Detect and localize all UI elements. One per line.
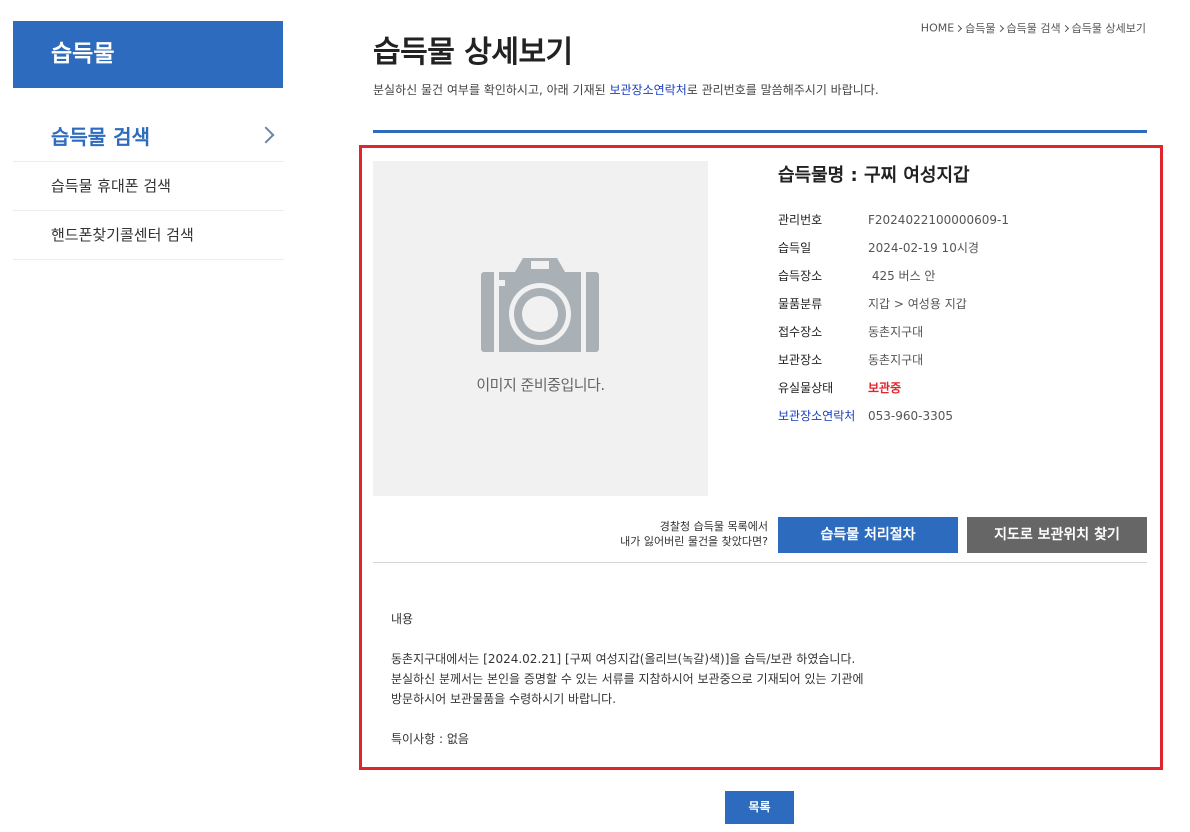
sidebar-item-label: 습득물 검색 bbox=[51, 125, 150, 149]
content-body: 내용 동촌지구대에서는 [2024.02.21] [구찌 여성지갑(올리브(녹갈… bbox=[391, 609, 864, 749]
content-line: 분실하신 분께서는 본인을 증명할 수 있는 서류를 지참하시어 보관중으로 기… bbox=[391, 672, 864, 686]
chevron-right-icon bbox=[955, 24, 963, 32]
title-divider bbox=[373, 130, 1147, 133]
info-row-received-place: 접수장소 동촌지구대 bbox=[778, 318, 1009, 346]
breadcrumb-found[interactable]: 습득물 bbox=[965, 22, 995, 35]
item-info-list: 관리번호 F2024022100000609-1 습득일 2024-02-19 … bbox=[778, 206, 1009, 430]
item-photo: 이미지 준비중입니다. bbox=[373, 161, 708, 496]
breadcrumb-current: 습득물 상세보기 bbox=[1071, 22, 1146, 35]
guide-line: 내가 잃어버린 물건을 찾았다면? bbox=[620, 535, 768, 548]
info-row-management-number: 관리번호 F2024022100000609-1 bbox=[778, 206, 1009, 234]
info-label: 관리번호 bbox=[778, 213, 823, 227]
guide-line: 경찰청 습득물 목록에서 bbox=[659, 520, 768, 533]
list-button[interactable]: 목록 bbox=[725, 791, 794, 824]
sidebar-menu: 습득물 검색 습득물 휴대폰 검색 핸드폰찾기콜센터 검색 bbox=[13, 112, 284, 260]
info-label: 보관장소 bbox=[778, 353, 823, 367]
status-badge: 보관중 bbox=[868, 381, 902, 395]
page-description-text: 분실하신 물건 여부를 확인하시고, 아래 기재된 bbox=[373, 83, 610, 97]
breadcrumb-found-search[interactable]: 습득물 검색 bbox=[1007, 22, 1061, 35]
procedure-button[interactable]: 습득물 처리절차 bbox=[778, 517, 958, 553]
info-label: 습득장소 bbox=[778, 269, 823, 283]
info-row-storage-place: 보관장소 동촌지구대 bbox=[778, 346, 1009, 374]
sidebar-item-phone-search[interactable]: 습득물 휴대폰 검색 bbox=[13, 162, 284, 211]
info-value: 053-960-3305 bbox=[868, 409, 954, 423]
page-title: 습득물 상세보기 bbox=[373, 35, 573, 70]
sidebar-item-label: 핸드폰찾기콜센터 검색 bbox=[51, 226, 194, 244]
chevron-right-icon bbox=[1061, 24, 1069, 32]
map-location-button[interactable]: 지도로 보관위치 찾기 bbox=[967, 517, 1147, 553]
info-label: 습득일 bbox=[778, 241, 812, 255]
chevron-right-icon bbox=[996, 24, 1004, 32]
info-value: F2024022100000609-1 bbox=[868, 213, 1010, 227]
content-heading: 내용 bbox=[391, 612, 414, 626]
content-line: 동촌지구대에서는 [2024.02.21] [구찌 여성지갑(올리브(녹갈)색)… bbox=[391, 652, 856, 666]
sidebar-title: 습득물 bbox=[13, 21, 283, 88]
item-name: 습득물명 : 구찌 여성지갑 bbox=[778, 165, 970, 186]
sidebar-item-found-search[interactable]: 습득물 검색 bbox=[13, 112, 284, 162]
info-label: 물품분류 bbox=[778, 297, 823, 311]
info-label: 유실물상태 bbox=[778, 381, 834, 395]
sidebar-item-callcenter-search[interactable]: 핸드폰찾기콜센터 검색 bbox=[13, 211, 284, 260]
chevron-right-icon bbox=[257, 126, 275, 144]
guide-text: 경찰청 습득물 목록에서 내가 잃어버린 물건을 찾았다면? bbox=[620, 519, 768, 549]
photo-caption: 이미지 준비중입니다. bbox=[476, 376, 605, 394]
content-notes: 특이사항 : 없음 bbox=[391, 732, 469, 746]
info-label: 보관장소연락처 bbox=[778, 409, 856, 423]
sidebar-item-label: 습득물 휴대폰 검색 bbox=[51, 177, 171, 195]
breadcrumb-home[interactable]: HOME bbox=[921, 22, 954, 35]
breadcrumb: HOME 습득물 습득물 검색 습득물 상세보기 bbox=[921, 20, 1146, 36]
info-label: 접수장소 bbox=[778, 325, 823, 339]
page-description: 분실하신 물건 여부를 확인하시고, 아래 기재된 보관장소연락처로 관리번호를… bbox=[373, 81, 879, 98]
info-row-category: 물품분류 지갑 > 여성용 지갑 bbox=[778, 290, 1009, 318]
content-divider bbox=[373, 562, 1147, 563]
content-line: 방문하시어 보관물품을 수령하시기 바랍니다. bbox=[391, 692, 617, 706]
info-row-found-place: 습득장소 425 버스 안 bbox=[778, 262, 1009, 290]
info-value: 동촌지구대 bbox=[868, 353, 924, 367]
camera-placeholder-icon bbox=[481, 258, 599, 352]
info-row-status: 유실물상태 보관중 bbox=[778, 374, 1009, 402]
info-value: 2024-02-19 10시경 bbox=[868, 241, 979, 255]
info-row-found-date: 습득일 2024-02-19 10시경 bbox=[778, 234, 1009, 262]
contact-link[interactable]: 보관장소연락처 bbox=[609, 83, 686, 97]
info-value: 425 버스 안 bbox=[868, 269, 936, 283]
info-row-contact: 보관장소연락처 053-960-3305 bbox=[778, 402, 1009, 430]
info-value: 동촌지구대 bbox=[868, 325, 924, 339]
info-value: 지갑 > 여성용 지갑 bbox=[868, 297, 967, 311]
page-description-text: 로 관리번호를 말씀해주시기 바랍니다. bbox=[686, 83, 879, 97]
